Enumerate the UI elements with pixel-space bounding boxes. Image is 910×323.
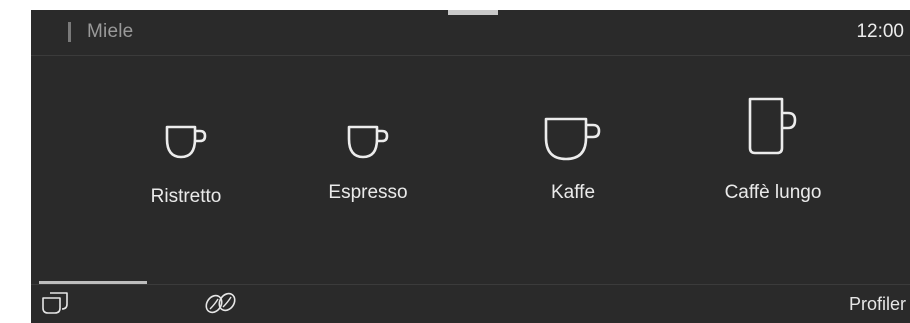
beverage-label: Ristretto — [150, 186, 222, 207]
coffee-beans-icon — [205, 292, 236, 314]
beverage-espresso[interactable]: Espresso — [278, 56, 458, 282]
cups-icon — [42, 292, 68, 314]
brand-name: Miele — [87, 21, 134, 42]
brand: Miele — [68, 18, 133, 46]
coffee-cup-icon — [544, 117, 601, 161]
beverage-ristretto[interactable]: Ristretto — [96, 56, 276, 282]
beverage-label: Espresso — [328, 182, 408, 203]
beans-tab[interactable] — [203, 291, 239, 320]
beverage-coffee[interactable]: Kaffe — [483, 56, 663, 282]
beverage-label: Kaffe — [550, 182, 596, 203]
clock-time: 12:00 — [856, 21, 904, 42]
ristretto-cup-icon — [165, 125, 207, 159]
brand-divider — [68, 22, 71, 42]
beverage-selection: Ristretto Espresso Kaffe Caffè lungo — [31, 56, 910, 282]
espresso-cup-icon — [347, 125, 389, 159]
beverage-label: Caffè lungo — [724, 182, 822, 203]
footer-divider — [31, 284, 910, 285]
cups-tab[interactable] — [41, 291, 69, 320]
coffee-machine-display: Miele 12:00 Ristretto Espresso Kaffe Caf… — [31, 10, 910, 323]
profiles-button[interactable]: Profiler — [849, 294, 906, 315]
beverage-caffe-lungo[interactable]: Caffè lungo — [683, 56, 863, 282]
status-bar: Miele 12:00 — [31, 10, 910, 54]
mug-icon — [748, 97, 797, 155]
